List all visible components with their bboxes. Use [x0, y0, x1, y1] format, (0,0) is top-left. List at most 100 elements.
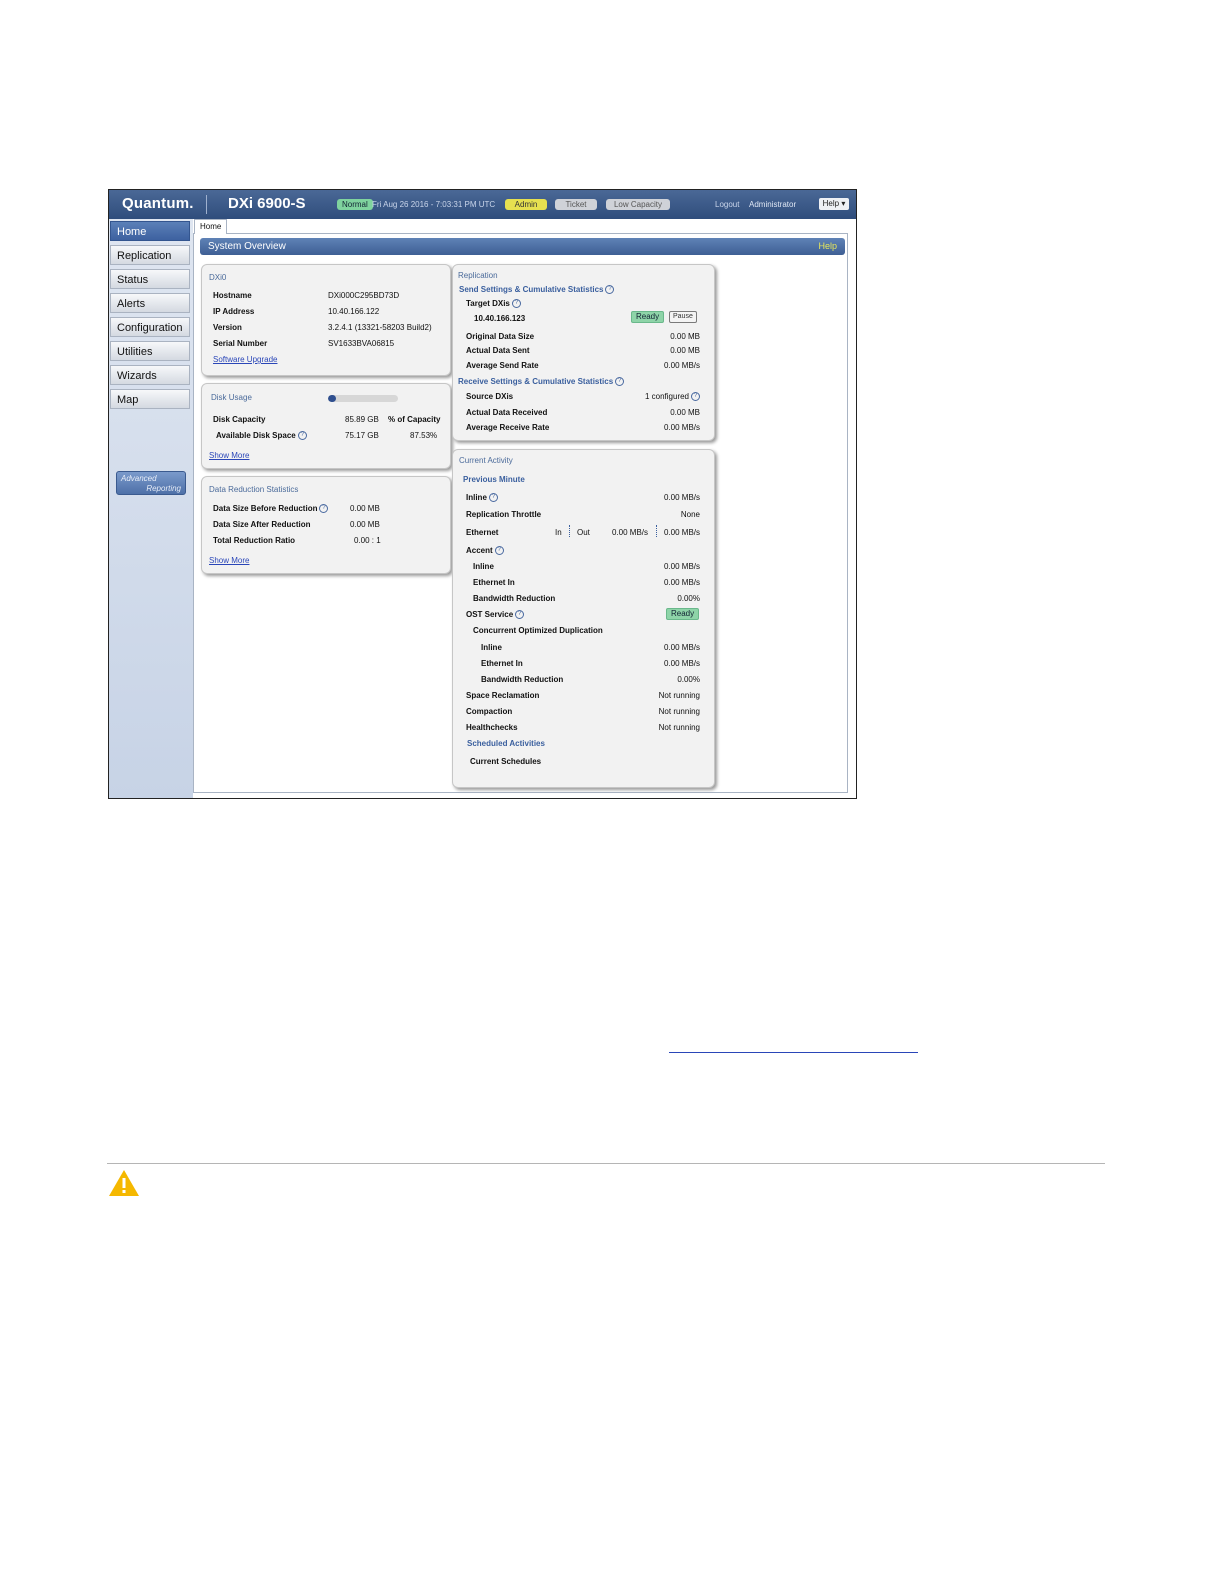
source-dxis-text: 1 configured: [644, 392, 689, 401]
help-link[interactable]: Help: [818, 241, 837, 251]
disk-usage-panel: Disk Usage Disk Capacity 85.89 GB % of C…: [201, 383, 451, 469]
sidebar-item-wizards[interactable]: Wizards: [110, 365, 190, 385]
cod-ethernet-value: 0.00 MB/s: [663, 659, 700, 668]
compaction-label: Compaction: [466, 707, 513, 716]
help-icon[interactable]: ?: [488, 493, 498, 502]
brand-divider: [206, 195, 207, 214]
target-dxis-label: Target DXis?: [466, 299, 521, 308]
sidebar-item-utilities[interactable]: Utilities: [110, 341, 190, 361]
help-icon[interactable]: ?: [494, 546, 504, 555]
current-activity-title: Current Activity: [459, 456, 513, 465]
data-received-label: Actual Data Received: [466, 408, 548, 417]
reduction-show-more-link[interactable]: Show More: [209, 556, 249, 565]
disk-capacity-label: Disk Capacity: [213, 415, 266, 424]
status-badge[interactable]: Normal: [337, 199, 373, 210]
low-capacity-badge[interactable]: Low Capacity: [606, 199, 670, 210]
current-schedules-label: Current Schedules: [470, 757, 542, 766]
compaction-value: Not running: [658, 707, 700, 716]
disk-capacity-value: 85.89 GB: [345, 415, 379, 424]
available-space-label: Available Disk Space?: [216, 431, 307, 440]
healthchecks-value: Not running: [658, 723, 700, 732]
inline-value: 0.00 MB/s: [663, 493, 700, 502]
help-icon[interactable]: ?: [511, 299, 521, 308]
cod-bandwidth-label: Bandwidth Reduction: [481, 675, 564, 684]
original-size-label: Original Data Size: [466, 332, 535, 341]
help-icon[interactable]: ?: [691, 392, 700, 401]
space-reclamation-value: Not running: [658, 691, 700, 700]
advanced-reporting-line2: Reporting: [146, 484, 181, 493]
caution-mark: [122, 1178, 126, 1188]
after-reduction-value: 0.00 MB: [350, 520, 380, 529]
receive-rate-value: 0.00 MB/s: [663, 423, 700, 432]
sidebar-item-replication[interactable]: Replication: [110, 245, 190, 265]
help-icon[interactable]: ?: [615, 377, 625, 386]
cod-inline-label: Inline: [481, 643, 502, 652]
throttle-label: Replication Throttle: [466, 510, 542, 519]
data-sent-label: Actual Data Sent: [466, 346, 530, 355]
dxi-panel: DXi0 Hostname DXi000C295BD73D IP Address…: [201, 264, 451, 376]
inline-text: Inline: [466, 493, 487, 502]
send-rate-label: Average Send Rate: [466, 361, 539, 370]
disk-show-more-link[interactable]: Show More: [209, 451, 249, 460]
ticket-badge[interactable]: Ticket: [555, 199, 597, 210]
ethernet-divider: [656, 525, 657, 537]
version-value: 3.2.4.1 (13321-58203 Build2): [328, 323, 432, 332]
replication-panel: Replication Send Settings & Cumulative S…: [452, 264, 715, 441]
sidebar-item-status[interactable]: Status: [110, 269, 190, 289]
ip-label: IP Address: [213, 307, 255, 316]
admin-badge[interactable]: Admin: [505, 199, 547, 210]
receive-settings-heading: Receive Settings & Cumulative Statistics…: [458, 377, 625, 386]
pause-button[interactable]: Pause: [669, 311, 697, 323]
accent-bandwidth-label: Bandwidth Reduction: [473, 594, 556, 603]
send-settings-text: Send Settings & Cumulative Statistics: [459, 285, 604, 294]
accent-inline-value: 0.00 MB/s: [663, 562, 700, 571]
document-link-underline[interactable]: [669, 1052, 918, 1053]
replication-title: Replication: [458, 271, 498, 280]
model-name: DXi 6900-S: [228, 195, 306, 212]
sidebar: Home Replication Status Alerts Configura…: [109, 219, 193, 798]
caution-dot: [122, 1190, 126, 1193]
accent-label: Accent?: [466, 546, 504, 555]
source-dxis-label: Source DXis: [466, 392, 514, 401]
help-icon[interactable]: ?: [605, 285, 615, 294]
sidebar-item-alerts[interactable]: Alerts: [110, 293, 190, 313]
ost-status-badge: Ready: [666, 608, 700, 620]
original-size-value: 0.00 MB: [670, 332, 700, 341]
space-reclamation-label: Space Reclamation: [466, 691, 540, 700]
sidebar-item-map[interactable]: Map: [110, 389, 190, 409]
dxi-panel-title: DXi0: [209, 273, 227, 282]
logout-link[interactable]: Logout: [715, 200, 739, 209]
cod-ethernet-label: Ethernet In: [481, 659, 523, 668]
help-icon[interactable]: ?: [515, 610, 525, 619]
sidebar-item-configuration[interactable]: Configuration: [110, 317, 190, 337]
advanced-reporting-button[interactable]: Advanced Reporting: [116, 471, 186, 495]
page-title-bar: System Overview Help: [200, 238, 845, 255]
disk-usage-bar-fill: [328, 395, 337, 402]
ethernet-in-label: In: [555, 528, 562, 537]
help-menu-button[interactable]: Help ▾: [819, 198, 849, 210]
accent-ethernet-label: Ethernet In: [473, 578, 515, 587]
target-status-badge: Ready: [631, 311, 665, 323]
source-dxis-value: 1 configured?: [645, 392, 700, 401]
software-upgrade-link[interactable]: Software Upgrade: [213, 355, 277, 364]
serial-label: Serial Number: [213, 339, 268, 348]
data-sent-value: 0.00 MB: [670, 346, 700, 355]
cod-label: Concurrent Optimized Duplication: [473, 626, 603, 635]
accent-inline-label: Inline: [473, 562, 494, 571]
help-icon[interactable]: ?: [319, 504, 329, 513]
sidebar-item-home[interactable]: Home: [110, 221, 190, 241]
scheduled-activities-heading: Scheduled Activities: [467, 739, 545, 748]
help-icon[interactable]: ?: [297, 431, 307, 440]
send-rate-value: 0.00 MB/s: [663, 361, 700, 370]
ip-value: 10.40.166.122: [328, 307, 380, 316]
cod-bandwidth-value: 0.00%: [677, 675, 700, 684]
receive-rate-label: Average Receive Rate: [466, 423, 550, 432]
tab-home[interactable]: Home: [194, 219, 228, 234]
disk-usage-title: Disk Usage: [211, 393, 252, 402]
data-reduction-panel: Data Reduction Statistics Data Size Befo…: [201, 476, 451, 574]
healthchecks-label: Healthchecks: [466, 723, 518, 732]
ost-service-label: OST Service?: [466, 610, 525, 619]
current-activity-panel: Current Activity Previous Minute Inline?…: [452, 449, 715, 788]
caution-divider: [107, 1163, 1105, 1164]
target-dxis-text: Target DXis: [466, 299, 510, 308]
